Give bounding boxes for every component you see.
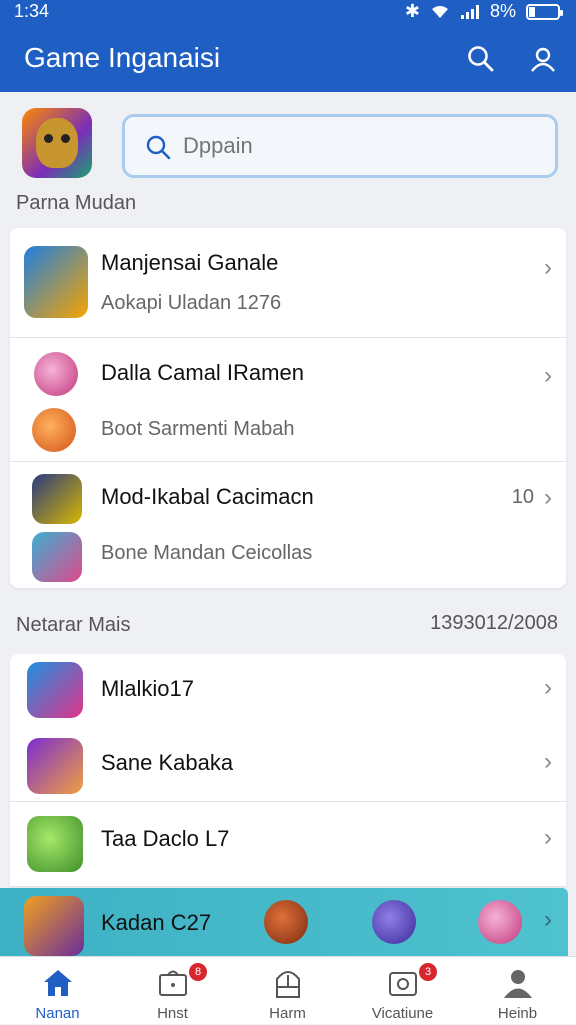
chevron-right-icon[interactable]: › <box>544 906 552 934</box>
nav-label: Heinb <box>497 1005 538 1022</box>
battery-icon <box>526 3 563 20</box>
item-title: Mlalkio17 <box>101 676 194 701</box>
archive-icon <box>276 971 300 998</box>
chevron-right-icon: › <box>544 484 552 511</box>
chevron-right-icon: › <box>544 674 552 701</box>
list-item[interactable]: Mlalkio17 › <box>10 654 566 726</box>
search-input[interactable] <box>183 131 543 161</box>
status-bar: 1:34 ✱ 8% <box>0 0 576 26</box>
game-thumbnail <box>372 900 416 944</box>
nav-item-profile[interactable]: Heinb <box>460 957 575 1025</box>
nav-item-harm[interactable]: Harm <box>230 957 345 1025</box>
section-label-primary: Parna Mudan <box>16 192 137 214</box>
game-thumbnail <box>24 246 88 318</box>
list-item[interactable]: Dalla Camal IRamen Boot Sarmenti Mabah › <box>10 338 566 462</box>
nav-item-vicatiune[interactable]: 3 Vicatiune <box>345 957 460 1025</box>
bag-icon <box>159 970 187 996</box>
game-thumbnail <box>27 662 83 718</box>
item-title: Dalla Camal IRamen <box>101 360 304 385</box>
status-icons: ✱ 8% <box>404 1 563 22</box>
nav-item-hnst[interactable]: 8 Hnst <box>115 957 230 1025</box>
item-subtitle: Bone Mandan Ceicollas <box>101 542 313 564</box>
bottom-nav: Nanan 8 Hnst Harm 3 Vicatiune Heinb <box>0 956 576 1024</box>
list-item[interactable]: Sane Kabaka › <box>10 726 566 802</box>
item-title: Mod-Ikabal Cacimacn <box>101 484 314 509</box>
game-list-card: Manjensai Ganale Aokapi Uladan 1276 › Da… <box>10 228 566 588</box>
profile-button[interactable] <box>526 42 560 76</box>
game-thumbnail <box>478 900 522 944</box>
item-subtitle: Aokapi Uladan 1276 <box>101 292 282 314</box>
wifi-icon <box>431 5 448 18</box>
nav-label: Vicatiune <box>371 1005 434 1022</box>
signal-icon <box>460 4 479 19</box>
game-thumbnail <box>264 900 308 944</box>
game-thumbnail <box>34 352 78 396</box>
search-button[interactable] <box>464 42 498 76</box>
chat-icon <box>389 972 417 996</box>
featured-title: Kadan C27 <box>101 910 212 935</box>
featured-banner[interactable]: Kadan C27 › <box>0 888 568 956</box>
user-icon <box>531 47 555 72</box>
nav-item-home[interactable]: Nanan <box>0 957 115 1025</box>
chevron-right-icon: › <box>544 254 552 281</box>
status-time: 1:34 <box>14 1 50 21</box>
game-list-card-secondary: Mlalkio17 › Sane Kabaka › Taa Daclo L7 › <box>10 654 566 886</box>
list-item[interactable]: Manjensai Ganale Aokapi Uladan 1276 › <box>10 228 566 338</box>
item-subtitle: Boot Sarmenti Mabah <box>101 418 295 440</box>
item-title: Manjensai Ganale <box>101 250 279 275</box>
section-label-secondary: Netarar Mais <box>16 614 131 636</box>
game-thumbnail <box>27 738 83 794</box>
game-thumbnail <box>32 474 82 524</box>
battery-percent: 8% <box>489 1 516 21</box>
game-thumbnail <box>24 896 84 956</box>
search-icon <box>146 135 171 160</box>
chevron-right-icon: › <box>544 362 552 389</box>
app-logo <box>22 108 92 178</box>
search-box[interactable] <box>122 114 558 178</box>
item-title: Sane Kabaka <box>101 750 234 775</box>
list-item[interactable]: Mod-Ikabal Cacimacn Bone Mandan Ceicolla… <box>10 462 566 588</box>
game-thumbnail <box>32 532 82 582</box>
chevron-right-icon: › <box>544 824 552 851</box>
app-bar: Game Inganaisi <box>0 26 576 92</box>
notification-badge: 3 <box>419 963 437 981</box>
list-item[interactable]: Taa Daclo L7 › <box>10 802 566 886</box>
item-title: Taa Daclo L7 <box>101 826 230 851</box>
nav-label: Nanan <box>35 1005 80 1022</box>
home-icon <box>44 970 72 996</box>
section-value: 1393012/2008 <box>430 612 558 634</box>
search-icon <box>468 46 494 72</box>
search-row <box>0 92 576 190</box>
chevron-right-icon: › <box>544 748 552 775</box>
item-count: 10 <box>511 486 534 508</box>
user-icon <box>504 970 532 998</box>
game-thumbnail <box>32 408 76 452</box>
bluetooth-icon: ✱ <box>404 1 420 21</box>
page-title: Game Inganaisi <box>24 42 221 73</box>
game-thumbnail <box>27 816 83 872</box>
nav-label: Harm <box>269 1005 306 1022</box>
nav-label: Hnst <box>157 1005 188 1022</box>
notification-badge: 8 <box>189 963 207 981</box>
